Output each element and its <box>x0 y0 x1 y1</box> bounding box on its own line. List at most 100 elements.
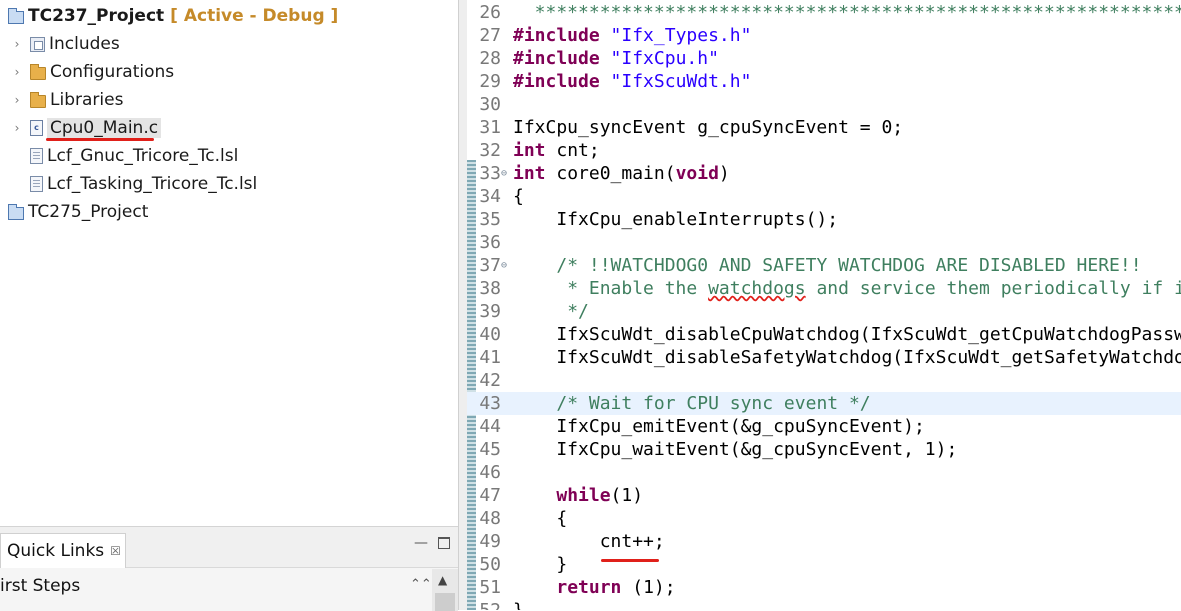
code-line[interactable]: 47 while(1) <box>467 484 1181 507</box>
folder-icon <box>30 92 46 108</box>
line-number: 31 <box>479 117 501 138</box>
code-editor[interactable]: 26 *************************************… <box>467 0 1181 610</box>
code-line[interactable]: 42 <box>467 369 1181 392</box>
code-line[interactable]: 43 /* Wait for CPU sync event */ <box>467 392 1181 415</box>
tree-item-label: Lcf_Tasking_Tricore_Tc.lsl <box>47 174 258 194</box>
includes-icon <box>30 36 45 52</box>
code-text: ****************************************… <box>534 2 1181 23</box>
chevron-right-icon[interactable]: › <box>10 121 24 135</box>
line-number: 34 <box>479 186 501 207</box>
line-number: 44 <box>479 416 501 437</box>
code-line[interactable]: 32 int cnt; <box>467 139 1181 162</box>
vertical-scrollbar[interactable]: ▲ <box>432 569 458 611</box>
quick-links-tab-label: Quick Links <box>7 541 105 561</box>
code-line[interactable]: 27 #include "Ifx_Types.h" <box>467 24 1181 47</box>
code-line[interactable]: 31 IfxCpu_syncEvent g_cpuSyncEvent = 0; <box>467 116 1181 139</box>
tree-item-lcf-tasking[interactable]: Lcf_Tasking_Tricore_Tc.lsl <box>30 171 257 197</box>
line-number: 38 <box>479 278 501 299</box>
line-number: 51 <box>479 577 501 598</box>
first-steps-section[interactable]: irst Steps <box>0 571 430 601</box>
maximize-icon[interactable] <box>438 537 450 549</box>
close-icon[interactable]: ☒ <box>110 544 121 558</box>
code-text: int core0_main(void) <box>513 163 730 184</box>
line-number: 45 <box>479 439 501 460</box>
code-text: /* Wait for CPU sync event */ <box>556 393 871 414</box>
code-text: while(1) <box>556 485 644 506</box>
fold-toggle-icon[interactable]: ⊖ <box>501 162 507 185</box>
code-line[interactable]: 30 <box>467 93 1181 116</box>
tree-item-lcf-gnuc[interactable]: Lcf_Gnuc_Tricore_Tc.lsl <box>30 143 238 169</box>
code-line[interactable]: 34 { <box>467 185 1181 208</box>
code-line[interactable]: 52} <box>467 599 1181 610</box>
quick-links-view: Quick Links ☒ — irst Steps ⌃⌃ ▲ <box>0 526 458 611</box>
line-number: 30 <box>479 94 501 115</box>
line-number: 41 <box>479 347 501 368</box>
code-line[interactable]: 29 #include "IfxScuWdt.h" <box>467 70 1181 93</box>
chevron-right-icon[interactable]: › <box>10 93 24 107</box>
line-number: 33 <box>479 163 501 184</box>
code-line[interactable]: 44 IfxCpu_emitEvent(&g_cpuSyncEvent); <box>467 415 1181 438</box>
tree-item-libraries[interactable]: › Libraries <box>10 87 124 113</box>
line-number: 29 <box>479 71 501 92</box>
code-text: IfxScuWdt_disableSafetyWatchdog(IfxScuWd… <box>556 347 1181 368</box>
line-number: 39 <box>479 301 501 322</box>
code-line[interactable]: 35 IfxCpu_enableInterrupts(); <box>467 208 1181 231</box>
collapse-icon[interactable]: ⌃⌃ <box>410 577 432 592</box>
file-icon <box>30 176 43 192</box>
code-line[interactable]: 36 <box>467 231 1181 254</box>
tree-item-label: TC275_Project <box>28 202 149 222</box>
root-project-name: TC237_Project <box>28 6 165 26</box>
line-number: 42 <box>479 370 501 391</box>
project-icon <box>8 204 24 220</box>
code-line[interactable]: 51 return (1); <box>467 576 1181 599</box>
line-number: 35 <box>479 209 501 230</box>
minimize-icon[interactable]: — <box>414 535 428 551</box>
root-project-status: [ Active - Debug ] <box>170 6 339 26</box>
tree-item-label: Cpu0_Main.c <box>47 118 162 138</box>
code-line[interactable]: 28 #include "IfxCpu.h" <box>467 47 1181 70</box>
scrollbar-thumb[interactable] <box>435 593 455 611</box>
code-line[interactable]: 46 <box>467 461 1181 484</box>
code-line[interactable]: 39 */ <box>467 300 1181 323</box>
code-line[interactable]: 41 IfxScuWdt_disableSafetyWatchdog(IfxSc… <box>467 346 1181 369</box>
folder-icon <box>30 64 46 80</box>
project-explorer: TC237_Project [ Active - Debug ] › Inclu… <box>0 0 458 526</box>
tree-root-tc237-project[interactable]: TC237_Project [ Active - Debug ] <box>8 3 338 29</box>
code-text: #include "IfxCpu.h" <box>513 48 719 69</box>
project-icon <box>8 8 24 24</box>
code-line[interactable]: 49 cnt++; <box>467 530 1181 553</box>
line-number: 36 <box>479 232 501 253</box>
tree-item-label: Libraries <box>50 90 124 110</box>
tree-item-label: Configurations <box>50 62 175 82</box>
tree-item-configurations[interactable]: › Configurations <box>10 59 175 85</box>
code-text: cnt++; <box>513 531 665 552</box>
code-text: IfxScuWdt_disableCpuWatchdog(IfxScuWdt_g… <box>556 324 1181 345</box>
code-line[interactable]: 38 * Enable the watchdogs and service th… <box>467 277 1181 300</box>
chevron-right-icon[interactable]: › <box>10 37 24 51</box>
code-line[interactable]: 33 ⊖ int core0_main(void) <box>467 162 1181 185</box>
code-text: int cnt; <box>513 140 600 161</box>
code-line[interactable]: 37 ⊖ /* !!WATCHDOG0 AND SAFETY WATCHDOG A… <box>467 254 1181 277</box>
line-number: 50 <box>479 554 501 575</box>
code-line[interactable]: 50 } <box>467 553 1181 576</box>
line-number: 49 <box>479 531 501 552</box>
code-line[interactable]: 48 { <box>467 507 1181 530</box>
line-number: 37 <box>479 255 501 276</box>
code-line[interactable]: 45 IfxCpu_waitEvent(&g_cpuSyncEvent, 1); <box>467 438 1181 461</box>
code-line[interactable]: 40 IfxScuWdt_disableCpuWatchdog(IfxScuWd… <box>467 323 1181 346</box>
chevron-right-icon[interactable]: › <box>10 65 24 79</box>
code-text: return (1); <box>556 577 676 598</box>
red-annotation-underline <box>601 559 659 562</box>
code-text: { <box>513 186 524 207</box>
line-number: 40 <box>479 324 501 345</box>
line-number: 48 <box>479 508 501 529</box>
code-text: } <box>513 554 568 575</box>
scroll-up-icon[interactable]: ▲ <box>438 573 447 587</box>
tab-quick-links[interactable]: Quick Links ☒ <box>0 533 126 568</box>
file-icon <box>30 148 43 164</box>
tree-root-tc275-project[interactable]: TC275_Project <box>8 199 148 225</box>
code-line[interactable]: 26 *************************************… <box>467 1 1181 24</box>
fold-toggle-icon[interactable]: ⊖ <box>501 254 507 277</box>
tree-item-includes[interactable]: › Includes <box>10 31 120 57</box>
code-text: IfxCpu_waitEvent(&g_cpuSyncEvent, 1); <box>513 439 958 460</box>
